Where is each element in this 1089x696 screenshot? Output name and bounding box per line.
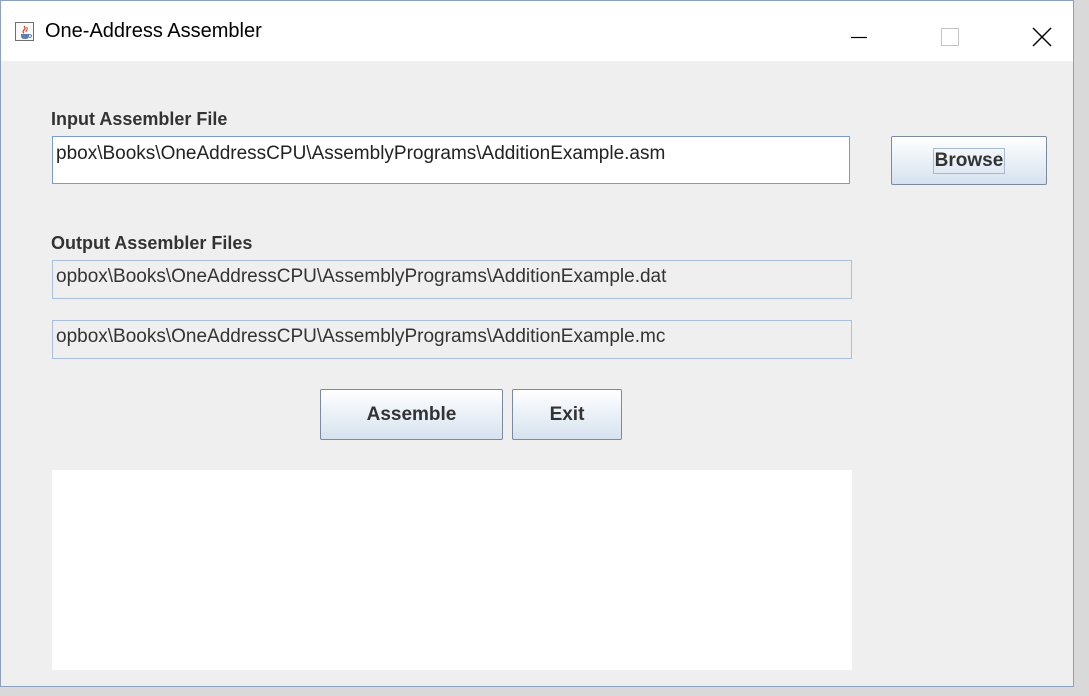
maximize-button[interactable] [905, 1, 997, 61]
output-log-area[interactable] [52, 470, 852, 670]
assemble-button-label: Assemble [366, 403, 457, 425]
output-machine-code-file-field[interactable]: opbox\Books\OneAddressCPU\AssemblyProgra… [52, 320, 852, 359]
maximize-icon [941, 28, 959, 46]
minimize-button[interactable] [813, 1, 905, 61]
exit-button-label: Exit [549, 403, 585, 425]
java-cup-icon [15, 22, 34, 41]
close-button[interactable] [997, 1, 1075, 61]
window-title: One-Address Assembler [45, 20, 262, 42]
output-data-file-value: opbox\Books\OneAddressCPU\AssemblyProgra… [56, 266, 667, 287]
input-file-field[interactable]: pbox\Books\OneAddressCPU\AssemblyProgram… [52, 136, 850, 184]
assemble-button[interactable]: Assemble [320, 389, 503, 440]
browse-button[interactable]: Browse [891, 136, 1047, 185]
input-file-value: pbox\Books\OneAddressCPU\AssemblyProgram… [56, 143, 666, 164]
output-files-label: Output Assembler Files [51, 233, 253, 253]
browse-button-label: Browse [932, 147, 1006, 174]
output-data-file-field[interactable]: opbox\Books\OneAddressCPU\AssemblyProgra… [52, 260, 852, 299]
output-machine-code-file-value: opbox\Books\OneAddressCPU\AssemblyProgra… [56, 326, 666, 347]
title-bar[interactable]: One-Address Assembler [1, 1, 1073, 61]
app-window: One-Address Assembler Input Assembler Fi… [0, 0, 1074, 687]
input-file-label: Input Assembler File [51, 109, 228, 129]
exit-button[interactable]: Exit [512, 389, 622, 440]
close-icon [1032, 27, 1052, 47]
